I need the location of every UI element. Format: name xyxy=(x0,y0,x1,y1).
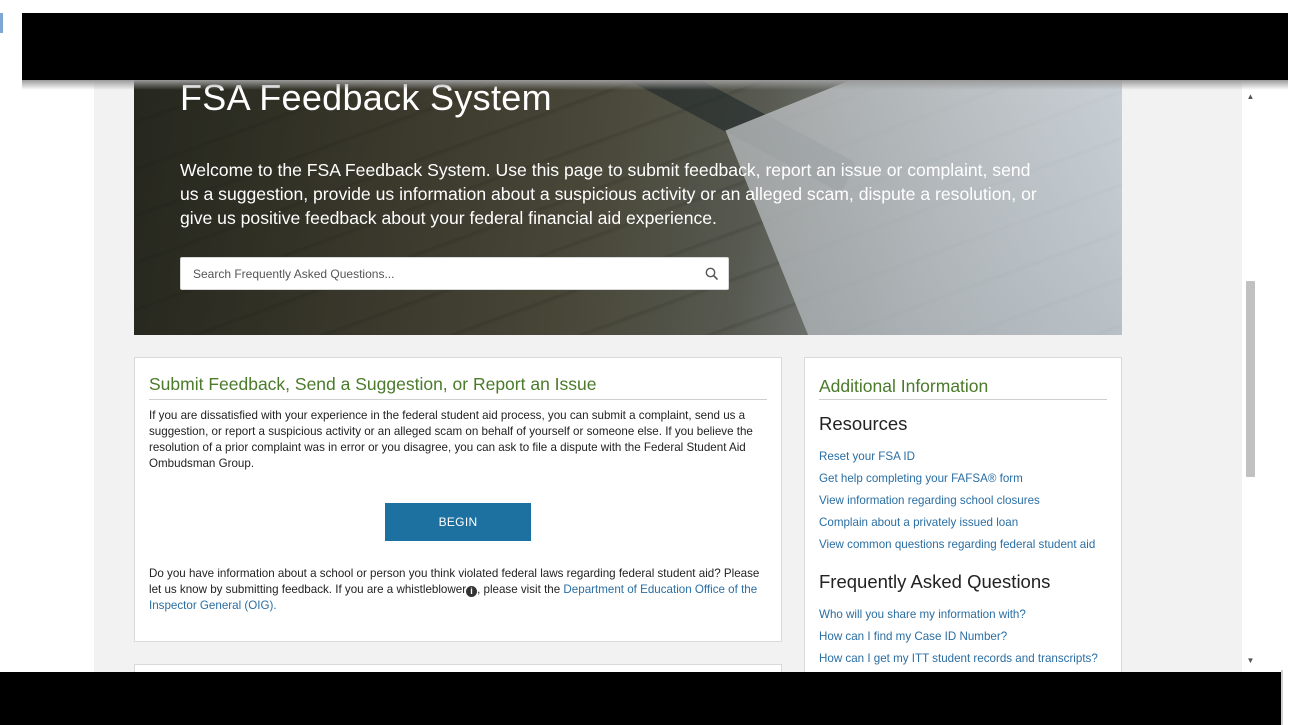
submit-feedback-heading: Submit Feedback, Send a Suggestion, or R… xyxy=(149,374,597,394)
resource-link-reset-fsa-id[interactable]: Reset your FSA ID xyxy=(819,446,1095,468)
submit-feedback-description: If you are dissatisfied with your experi… xyxy=(149,409,753,470)
faq-link-case-id[interactable]: How can I find my Case ID Number? xyxy=(819,626,1098,648)
begin-button[interactable]: BEGIN xyxy=(385,503,531,541)
additional-information-divider xyxy=(819,399,1107,400)
scroll-up-arrow-icon[interactable]: ▲ xyxy=(1242,92,1259,102)
page-scrollbar[interactable]: ▲ ▼ xyxy=(1242,80,1259,672)
faq-list: Who will you share my information with? … xyxy=(819,604,1098,670)
scrollbar-thumb[interactable] xyxy=(1246,281,1255,477)
resource-link-private-loan[interactable]: Complain about a privately issued loan xyxy=(819,512,1095,534)
faq-search-input[interactable] xyxy=(181,258,691,289)
submit-feedback-divider xyxy=(149,399,767,400)
header-shadow xyxy=(22,80,1288,90)
search-icon[interactable] xyxy=(702,264,722,284)
scroll-down-arrow-icon[interactable]: ▼ xyxy=(1242,656,1259,666)
hero-intro-text: Welcome to the FSA Feedback System. Use … xyxy=(180,160,1037,228)
top-redaction-bar xyxy=(22,13,1288,80)
faq-link-share-information[interactable]: Who will you share my information with? xyxy=(819,604,1098,626)
resource-link-school-closures[interactable]: View information regarding school closur… xyxy=(819,490,1095,512)
bottom-redaction-bar xyxy=(0,672,1282,725)
window-edge-bottom xyxy=(1281,670,1283,725)
resource-link-fafsa-help[interactable]: Get help completing your FAFSA® form xyxy=(819,468,1095,490)
resource-link-common-questions[interactable]: View common questions regarding federal … xyxy=(819,534,1095,556)
faq-heading: Frequently Asked Questions xyxy=(819,571,1051,592)
faq-search-box xyxy=(180,257,729,290)
window-edge xyxy=(0,13,3,33)
additional-information-heading: Additional Information xyxy=(819,376,989,396)
info-icon[interactable]: i xyxy=(466,586,478,597)
resources-list: Reset your FSA ID Get help completing yo… xyxy=(819,446,1095,556)
browser-viewport: FSA Feedback System Welcome to the FSA F… xyxy=(0,0,1296,725)
whistleblower-text-mid: , please visit the xyxy=(477,583,564,596)
whistleblower-text: Do you have information about a school o… xyxy=(149,566,769,614)
faq-link-itt-records[interactable]: How can I get my ITT student records and… xyxy=(819,648,1098,670)
resources-heading: Resources xyxy=(819,413,908,434)
